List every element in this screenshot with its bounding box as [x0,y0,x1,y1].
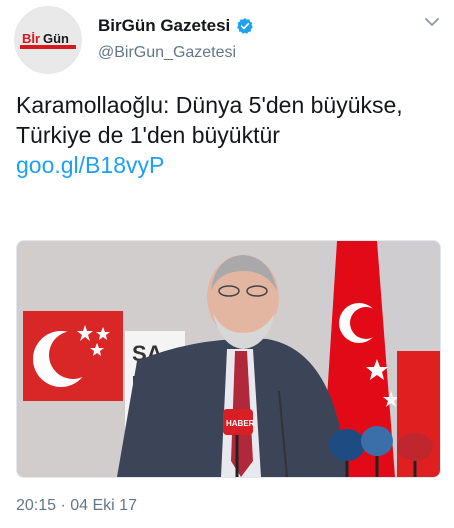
svg-text:Bİr: Bİr [22,31,40,46]
svg-text:HABER: HABER [226,419,255,428]
tweet-header: Bİr Gün BirGün Gazetesi @BirGun_Gazetesi [0,0,454,80]
tweet-link[interactable]: goo.gl/B18vyP [16,150,436,180]
chevron-down-icon[interactable] [424,14,440,30]
birgun-logo: Bİr Gün [20,31,76,49]
account-handle[interactable]: @BirGun_Gazetesi [98,44,236,62]
display-name[interactable]: BirGün Gazetesi [98,16,230,36]
verified-badge-icon [237,18,254,34]
tweet-photo[interactable]: SA PA HABER [16,240,441,478]
avatar[interactable]: Bİr Gün [14,6,82,74]
tweet-text: Karamollaoğlu: Dünya 5'den büyükse, Türk… [16,92,403,148]
photo-illustration: SA PA HABER [17,241,440,477]
svg-text:Gün: Gün [43,31,69,46]
tweet-body: Karamollaoğlu: Dünya 5'den büyükse, Türk… [16,90,436,180]
tweet-timestamp[interactable]: 20:15 · 04 Eki 17 [16,497,137,515]
